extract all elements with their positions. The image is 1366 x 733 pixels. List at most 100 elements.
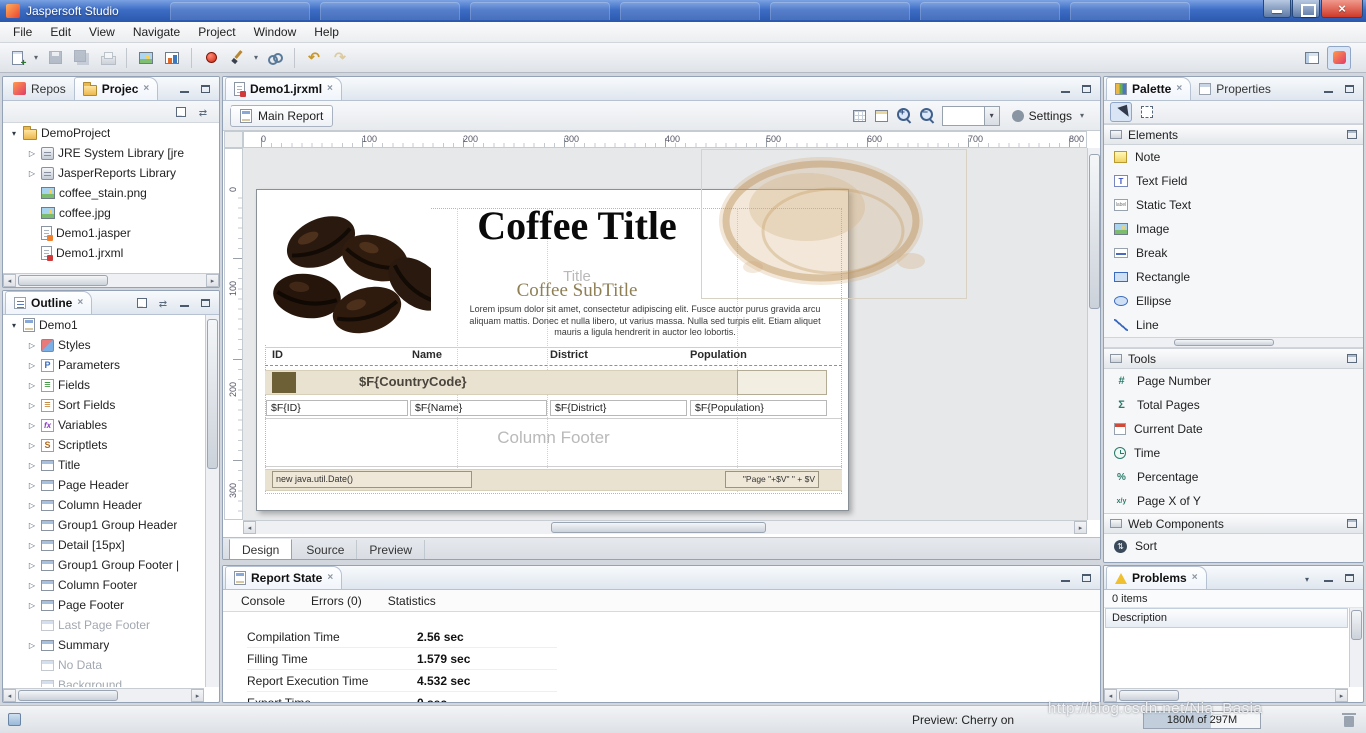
explorer-horizontal-scrollbar[interactable]: ◂ ▸ xyxy=(3,273,219,287)
column-header-id[interactable]: ID xyxy=(272,349,283,361)
coffee-beans-image[interactable] xyxy=(259,194,431,344)
report-paragraph-text[interactable]: Lorem ipsum dolor sit amet, consectetur … xyxy=(457,304,833,339)
tree-item-demoproject[interactable]: DemoProject xyxy=(4,123,218,143)
maximize-view-button[interactable] xyxy=(1078,570,1094,586)
layout-icon[interactable] xyxy=(1347,519,1357,528)
toggle-margins-button[interactable] xyxy=(852,108,868,124)
layout-icon[interactable] xyxy=(1347,130,1357,139)
link-with-editor-button[interactable] xyxy=(195,104,211,120)
menu-edit[interactable]: Edit xyxy=(41,23,80,41)
marquee-tool-button[interactable] xyxy=(1136,102,1158,122)
expand-arrow-icon[interactable] xyxy=(27,461,37,470)
menu-file[interactable]: File xyxy=(4,23,41,41)
detail-field-district[interactable]: $F{District} xyxy=(550,400,687,416)
minimize-button[interactable] xyxy=(1263,0,1291,18)
expand-arrow-icon[interactable] xyxy=(27,641,37,650)
description-column-header[interactable]: Description xyxy=(1105,608,1348,628)
outline-item-page-header[interactable]: Page Header xyxy=(4,475,204,495)
tab-preview[interactable]: Preview xyxy=(357,540,425,560)
nav-forward-button[interactable] xyxy=(328,46,352,70)
tab-report-state[interactable]: Report State xyxy=(225,566,342,589)
footer-page-expression[interactable]: "Page "+$V" " + $V xyxy=(725,471,819,488)
fast-view-icon[interactable] xyxy=(8,713,21,726)
maximize-button[interactable] xyxy=(1292,0,1320,18)
tab-palette[interactable]: Palette xyxy=(1106,77,1191,100)
maximize-view-button[interactable] xyxy=(1078,81,1094,97)
zoom-out-icon[interactable] xyxy=(919,107,936,124)
section-tools[interactable]: Tools xyxy=(1104,348,1363,369)
problems-vertical-scrollbar[interactable] xyxy=(1349,608,1363,687)
tree-item-demo1-jrxml[interactable]: Demo1.jrxml xyxy=(4,243,218,263)
minimize-view-button[interactable] xyxy=(1057,81,1073,97)
menu-navigate[interactable]: Navigate xyxy=(124,23,189,41)
design-canvas[interactable]: Title Coffee Title Coffee SubTitle Lorem… xyxy=(243,148,1087,520)
palette-item-page-number[interactable]: Page Number xyxy=(1104,369,1363,393)
palette-item-break[interactable]: Break xyxy=(1104,241,1363,265)
outline-item-group1-group-footer[interactable]: Group1 Group Footer | xyxy=(4,555,204,575)
scroll-right-icon[interactable]: ▸ xyxy=(1074,521,1087,534)
scroll-left-icon[interactable]: ◂ xyxy=(3,274,16,287)
scrollbar-track[interactable] xyxy=(16,274,206,287)
tab-repository-explorer[interactable]: Repos xyxy=(5,77,74,100)
style-edit-button[interactable] xyxy=(225,46,249,70)
expand-arrow-icon[interactable] xyxy=(27,581,37,590)
outline-item-sort-fields[interactable]: Sort Fields xyxy=(4,395,204,415)
title-bar[interactable]: Jaspersoft Studio xyxy=(0,0,1366,22)
tab-source[interactable]: Source xyxy=(294,540,357,560)
section-web-components[interactable]: Web Components xyxy=(1104,513,1363,534)
editor-horizontal-scrollbar[interactable]: ◂ ▸ xyxy=(243,520,1087,534)
detail-field-id[interactable]: $F{ID} xyxy=(266,400,408,416)
palette-item-time[interactable]: Time xyxy=(1104,441,1363,465)
palette-item-note[interactable]: Note xyxy=(1104,145,1363,169)
footer-date-expression[interactable]: new java.util.Date() xyxy=(272,471,472,488)
outline-item-column-header[interactable]: Column Header xyxy=(4,495,204,515)
palette-item-ellipse[interactable]: Ellipse xyxy=(1104,289,1363,313)
outline-item-variables[interactable]: Variables xyxy=(4,415,204,435)
palette-item-image[interactable]: Image xyxy=(1104,217,1363,241)
save-all-button[interactable] xyxy=(69,46,93,70)
tab-design[interactable]: Design xyxy=(229,539,292,561)
image-tool-button[interactable] xyxy=(134,46,158,70)
new-dropdown-icon[interactable] xyxy=(31,53,41,62)
new-report-wizard-button[interactable] xyxy=(5,46,29,70)
detail-field-population[interactable]: $F{Population} xyxy=(690,400,827,416)
dataset-tool-button[interactable] xyxy=(160,46,184,70)
expand-arrow-icon[interactable] xyxy=(27,169,37,178)
outline-item-column-footer[interactable]: Column Footer xyxy=(4,575,204,595)
report-design-perspective-button[interactable] xyxy=(1327,46,1351,70)
tree-item-demo1-jasper[interactable]: Demo1.jasper xyxy=(4,223,218,243)
expand-arrow-icon[interactable] xyxy=(9,321,19,330)
minimize-view-button[interactable] xyxy=(1057,570,1073,586)
expand-arrow-icon[interactable] xyxy=(27,441,37,450)
close-button[interactable] xyxy=(1321,0,1363,18)
outline-item-styles[interactable]: Styles xyxy=(4,335,204,355)
tab-properties[interactable]: Properties xyxy=(1191,77,1279,100)
group-header-band[interactable] xyxy=(265,370,737,395)
garbage-collect-icon[interactable] xyxy=(1344,716,1354,727)
scrollbar-thumb[interactable] xyxy=(18,275,108,286)
minimize-view-button[interactable] xyxy=(1320,81,1336,97)
nav-back-button[interactable] xyxy=(302,46,326,70)
group-expression-text[interactable]: $F{CountryCode} xyxy=(359,374,467,389)
menu-help[interactable]: Help xyxy=(305,23,348,41)
palette-item-sort[interactable]: Sort xyxy=(1104,534,1363,558)
toggle-rulers-button[interactable] xyxy=(874,108,890,124)
expand-arrow-icon[interactable] xyxy=(27,421,37,430)
print-button[interactable] xyxy=(95,46,119,70)
outline-item-detail[interactable]: Detail [15px] xyxy=(4,535,204,555)
view-menu-button[interactable] xyxy=(1299,570,1315,586)
report-subtitle-text[interactable]: Coffee SubTitle xyxy=(427,280,727,302)
settings-dropdown[interactable]: Settings xyxy=(1006,107,1093,125)
column-header-name[interactable]: Name xyxy=(412,349,442,361)
scrollbar-thumb[interactable] xyxy=(1174,339,1274,346)
tree-item-coffee-jpg[interactable]: coffee.jpg xyxy=(4,203,218,223)
coffee-stain-image[interactable] xyxy=(701,149,967,299)
scroll-right-icon[interactable]: ▸ xyxy=(191,689,204,702)
hyperlink-button[interactable] xyxy=(263,46,287,70)
expand-arrow-icon[interactable] xyxy=(27,149,37,158)
zoom-level-combo[interactable]: ▾ xyxy=(942,106,1000,126)
outline-item-title[interactable]: Title xyxy=(4,455,204,475)
collapse-all-button[interactable] xyxy=(134,295,150,311)
expand-arrow-icon[interactable] xyxy=(27,501,37,510)
expand-arrow-icon[interactable] xyxy=(27,361,37,370)
